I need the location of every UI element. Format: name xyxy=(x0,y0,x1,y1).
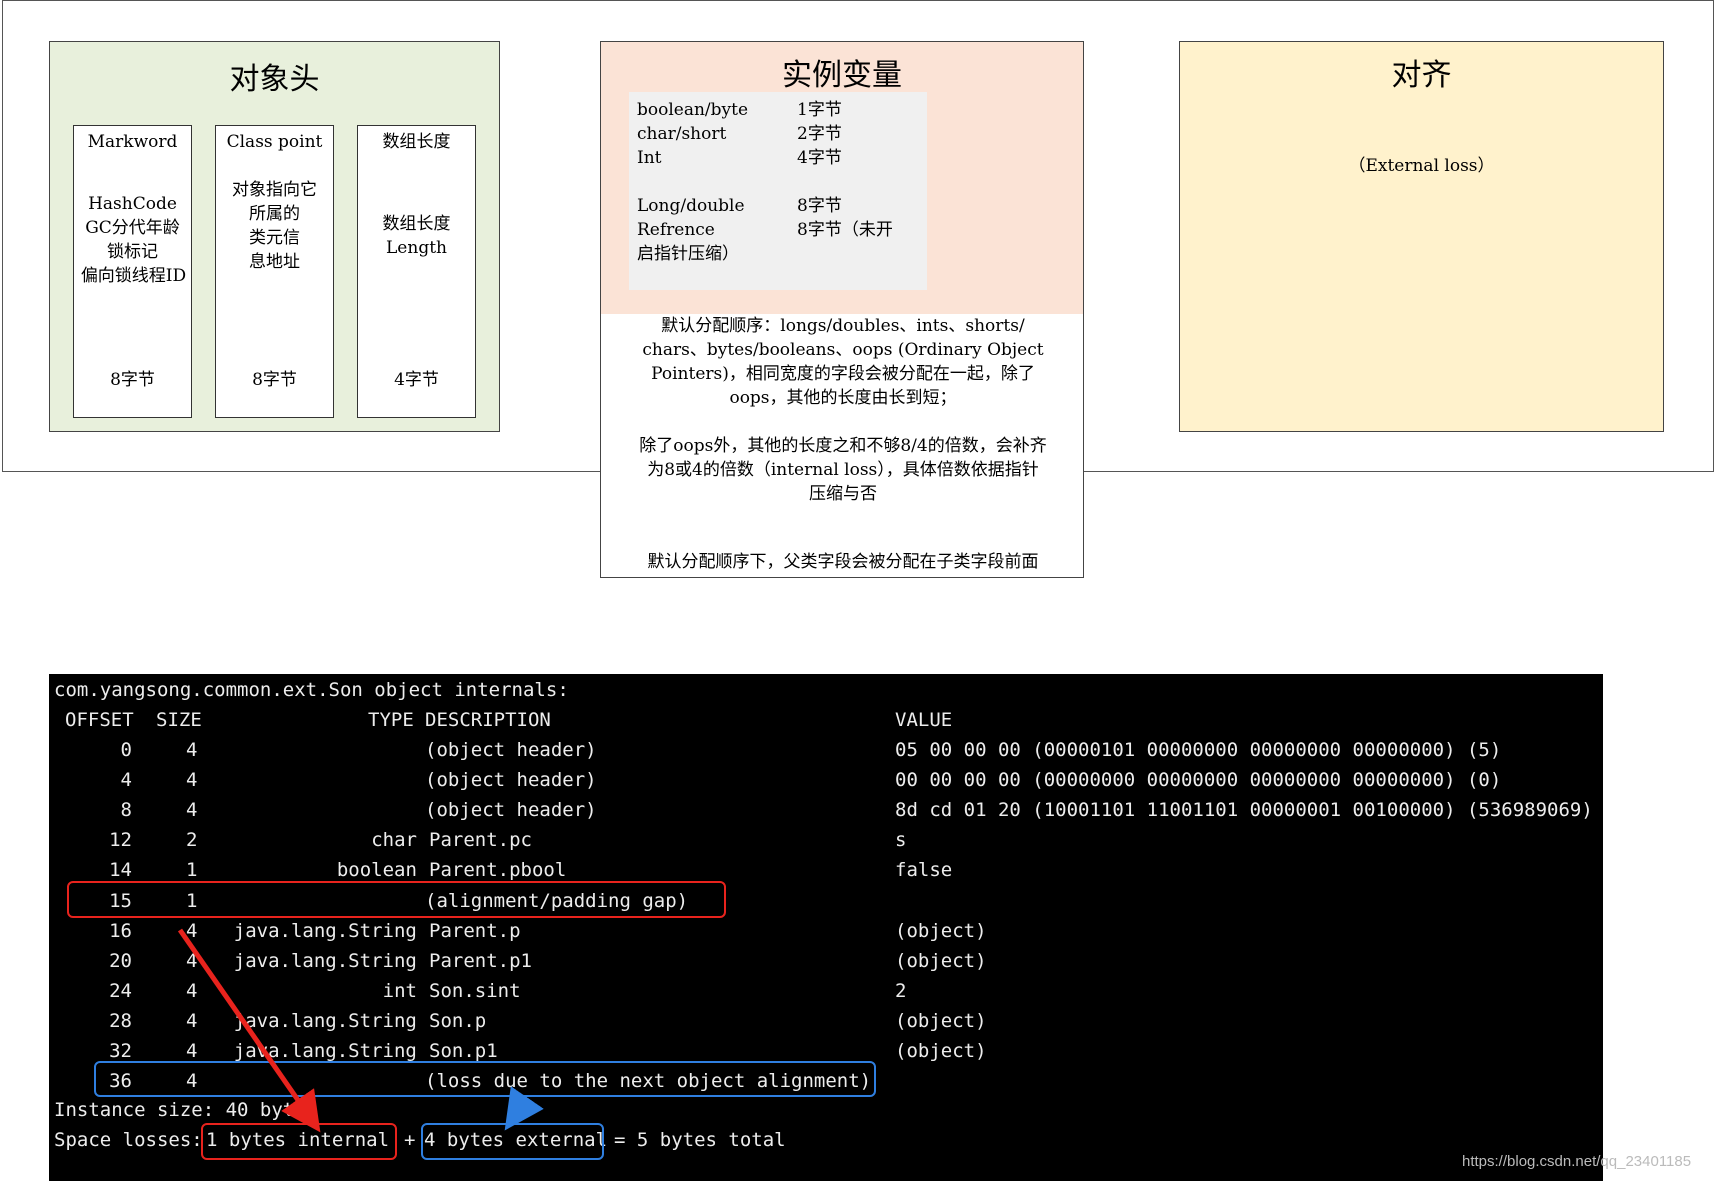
allocation-notes: 默认分配顺序：longs/doubles、ints、shorts/ chars、… xyxy=(600,314,1084,578)
markword-line: 偏向锁线程ID xyxy=(80,266,187,286)
markword-line: 锁标记 xyxy=(107,242,158,262)
note-line: Pointers)，相同宽度的字段会被分配在一起，除了 xyxy=(651,364,1035,384)
external-loss-arrow xyxy=(504,1086,544,1131)
array-length-size: 4字节 xyxy=(394,370,439,390)
note-line: chars、bytes/booleans、oops (Ordinary Obje… xyxy=(642,340,1044,360)
markword-size: 8字节 xyxy=(110,370,155,390)
note-line: 为8或4的倍数（internal loss），具体倍数依据指针 xyxy=(647,460,1039,480)
type-name: 启指针压缩） xyxy=(637,244,739,264)
external-loss-label: （External loss） xyxy=(1348,156,1495,176)
markword-box: Markword HashCode GC分代年龄 锁标记 偏向锁线程ID 8字节 xyxy=(73,125,192,418)
markword-label: Markword xyxy=(87,132,178,152)
class-point-line: 所属的 xyxy=(249,204,300,224)
class-point-line: 息地址 xyxy=(249,252,300,272)
class-point-line: 类元信 xyxy=(249,228,300,248)
type-name: Long/double xyxy=(637,196,745,216)
note-line: 压缩与否 xyxy=(809,484,877,504)
instance-variables-title: 实例变量 xyxy=(782,58,902,93)
object-header-panel: 对象头 Markword HashCode GC分代年龄 锁标记 偏向锁线程ID… xyxy=(49,41,500,432)
array-length-line: Length xyxy=(386,238,447,258)
type-name: Refrence xyxy=(637,220,715,240)
note-line: 默认分配顺序：longs/doubles、ints、shorts/ xyxy=(661,316,1025,336)
type-size: 8字节 xyxy=(797,196,842,216)
class-point-size: 8字节 xyxy=(252,370,297,390)
class-point-line: 对象指向它 xyxy=(232,180,317,200)
markword-line: GC分代年龄 xyxy=(85,218,180,238)
note-line: 除了oops外，其他的长度之和不够8/4的倍数，会补齐 xyxy=(639,436,1047,456)
array-length-label: 数组长度 xyxy=(382,132,451,152)
terminal-output: com.yangsong.common.ext.Son object inter… xyxy=(49,674,1603,1181)
internal-loss-arrow xyxy=(177,928,321,1133)
type-size: 2字节 xyxy=(797,124,842,144)
pointer-arrows xyxy=(177,928,544,1133)
note-line: 默认分配顺序下，父类字段会被分配在子类字段前面 xyxy=(647,552,1039,572)
type-name: char/short xyxy=(637,124,727,144)
array-length-box: 数组长度 数组长度 Length 4字节 xyxy=(357,125,476,418)
note-line: oops，其他的长度由长到短； xyxy=(729,388,957,408)
type-name: Int xyxy=(637,148,662,168)
type-size: 1字节 xyxy=(797,100,842,120)
alignment-panel: 对齐 （External loss） xyxy=(1179,41,1664,432)
type-size-table: boolean/byte 1字节 char/short 2字节 Int 4字节 … xyxy=(629,92,927,290)
class-point-box: Class point 对象指向它 所属的 类元信 息地址 8字节 xyxy=(215,125,334,418)
watermark: https://blog.csdn.net/qq_23401185 xyxy=(1462,1153,1692,1170)
type-size: 4字节 xyxy=(797,148,842,168)
object-header-title: 对象头 xyxy=(229,62,320,97)
array-length-line: 数组长度 xyxy=(382,214,451,234)
type-name: boolean/byte xyxy=(637,100,749,120)
markword-line: HashCode xyxy=(88,194,177,214)
class-point-label: Class point xyxy=(226,132,323,152)
alignment-title: 对齐 xyxy=(1391,58,1452,93)
type-size: 8字节（未开 xyxy=(797,220,893,240)
